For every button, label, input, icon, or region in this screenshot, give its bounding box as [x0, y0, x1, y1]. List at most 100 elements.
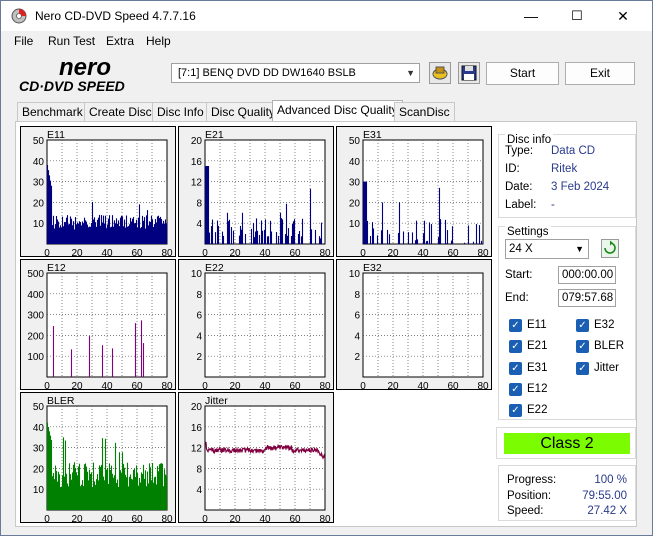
- checkbox-e12-label: E12: [527, 383, 548, 395]
- menu-file[interactable]: File: [14, 34, 33, 48]
- refresh-icon: [604, 240, 616, 254]
- x-tick-label: 60: [447, 248, 459, 258]
- x-tick-label: 60: [131, 248, 143, 258]
- y-tick-label: 2: [354, 352, 360, 363]
- checkbox-jitter-label: Jitter: [594, 362, 619, 374]
- chart-title: E22: [205, 262, 224, 274]
- y-tick-label: 40: [33, 157, 45, 168]
- x-tick-label: 0: [202, 514, 208, 524]
- type-label: Type:: [505, 145, 534, 157]
- checkbox-e31-label: E31: [527, 362, 548, 374]
- x-tick-label: 20: [229, 381, 241, 391]
- checkbox-e21[interactable]: ✓: [509, 340, 522, 353]
- y-tick-label: 12: [191, 444, 203, 455]
- y-tick-label: 8: [354, 290, 360, 301]
- title-bar: Nero CD-DVD Speed 4.7.7.16 — ☐ ✕: [1, 1, 652, 31]
- x-tick-label: 0: [44, 514, 50, 524]
- x-tick-label: 0: [360, 248, 366, 258]
- chart-title: E21: [205, 129, 224, 141]
- x-tick-label: 20: [229, 248, 241, 258]
- chart-title: BLER: [47, 395, 75, 407]
- checkbox-e11[interactable]: ✓: [509, 319, 522, 332]
- start-field[interactable]: 000:00.00: [558, 266, 616, 284]
- drive-select[interactable]: [7:1] BENQ DVD DD DW1640 BSLB ▼: [171, 63, 420, 83]
- class-badge: Class 2: [504, 433, 630, 454]
- exit-button[interactable]: Exit: [565, 62, 635, 85]
- chart-jitter: Jitter 20 16 12 8 4 0 20 40 60 80: [178, 392, 334, 524]
- progress-label: Progress:: [507, 474, 557, 486]
- y-tick-label: 2: [196, 352, 202, 363]
- menu-bar: File Run Test Extra Help: [1, 31, 652, 51]
- window-title: Nero CD-DVD Speed 4.7.7.16: [35, 9, 196, 23]
- y-tick-label: 30: [349, 178, 361, 189]
- id-label: ID:: [505, 163, 520, 175]
- minimize-button[interactable]: —: [508, 1, 554, 31]
- checkbox-e31[interactable]: ✓: [509, 362, 522, 375]
- y-tick-label: 6: [196, 311, 202, 322]
- menu-extra[interactable]: Extra: [106, 34, 134, 48]
- label-value: -: [551, 199, 555, 211]
- chart-e12: E12 500 400 300 200 100 0 20 40 60 80: [20, 259, 176, 391]
- date-label: Date:: [505, 181, 533, 193]
- checkbox-e12[interactable]: ✓: [509, 383, 522, 396]
- y-tick-label: 20: [33, 198, 45, 209]
- x-tick-label: 60: [447, 381, 459, 391]
- floppy-disk-icon: [461, 65, 477, 81]
- speed-select-value: 24 X: [509, 243, 533, 255]
- menu-help[interactable]: Help: [146, 34, 171, 48]
- nero-logo: nero CD·DVD SPEED: [17, 54, 167, 95]
- chart-title: E31: [363, 129, 382, 141]
- y-tick-label: 4: [196, 331, 202, 342]
- id-value: Ritek: [551, 163, 578, 175]
- x-tick-label: 60: [289, 381, 301, 391]
- x-tick-label: 60: [131, 381, 143, 391]
- end-field[interactable]: 079:57.68: [558, 289, 616, 307]
- tab-disc-quality[interactable]: Disc Quality: [206, 102, 281, 122]
- x-tick-label: 40: [259, 381, 271, 391]
- refresh-speed-button[interactable]: [601, 239, 619, 258]
- tab-benchmark[interactable]: Benchmark: [17, 102, 88, 122]
- x-tick-label: 40: [259, 248, 271, 258]
- checkbox-bler[interactable]: ✓: [576, 340, 589, 353]
- tab-create-disc[interactable]: Create Disc: [84, 102, 157, 122]
- y-tick-label: 6: [354, 311, 360, 322]
- checkbox-e21-label: E21: [527, 340, 548, 352]
- tab-scandisc[interactable]: ScanDisc: [394, 102, 455, 122]
- maximize-button[interactable]: ☐: [554, 1, 600, 31]
- menu-run-test[interactable]: Run Test: [48, 34, 95, 48]
- tab-disc-info[interactable]: Disc Info: [152, 102, 209, 122]
- end-label: End:: [505, 292, 529, 304]
- checkbox-jitter[interactable]: ✓: [576, 362, 589, 375]
- checkbox-e32[interactable]: ✓: [576, 319, 589, 332]
- start-button[interactable]: Start: [486, 62, 559, 85]
- chart-e11: E11 50 40 30 20 10 0 20 40 60 80: [20, 126, 176, 258]
- chart-title: E12: [47, 262, 66, 274]
- checkbox-e22[interactable]: ✓: [509, 404, 522, 417]
- drive-select-value: [7:1] BENQ DVD DD DW1640 BSLB: [178, 67, 356, 79]
- x-tick-label: 40: [417, 248, 429, 258]
- save-button[interactable]: [458, 62, 480, 84]
- x-tick-label: 20: [71, 381, 83, 391]
- y-tick-label: 16: [191, 423, 203, 434]
- y-tick-label: 300: [27, 311, 44, 322]
- x-tick-label: 40: [417, 381, 429, 391]
- y-tick-label: 8: [196, 464, 202, 475]
- class-group: Class 2: [496, 427, 636, 459]
- close-button[interactable]: ✕: [600, 1, 646, 31]
- x-tick-label: 20: [387, 381, 399, 391]
- settings-group: Settings 24 X ▼ Start: 000:00.00 End: 07…: [498, 226, 636, 420]
- y-tick-label: 40: [349, 157, 361, 168]
- x-tick-label: 20: [387, 248, 399, 258]
- drive-info-button[interactable]: [429, 62, 451, 84]
- x-tick-label: 20: [71, 248, 83, 258]
- disc-info-group: Disc info Type: Data CD ID: Ritek Date: …: [498, 134, 636, 218]
- y-tick-label: 10: [33, 485, 45, 496]
- x-tick-label: 40: [101, 248, 113, 258]
- x-tick-label: 80: [161, 514, 173, 524]
- checkbox-e22-label: E22: [527, 404, 548, 416]
- x-tick-label: 80: [319, 248, 331, 258]
- speed-select[interactable]: 24 X ▼: [505, 239, 589, 259]
- y-tick-label: 4: [196, 485, 202, 496]
- tab-advanced-disc-quality[interactable]: Advanced Disc Quality: [272, 100, 403, 122]
- y-tick-label: 10: [33, 219, 45, 230]
